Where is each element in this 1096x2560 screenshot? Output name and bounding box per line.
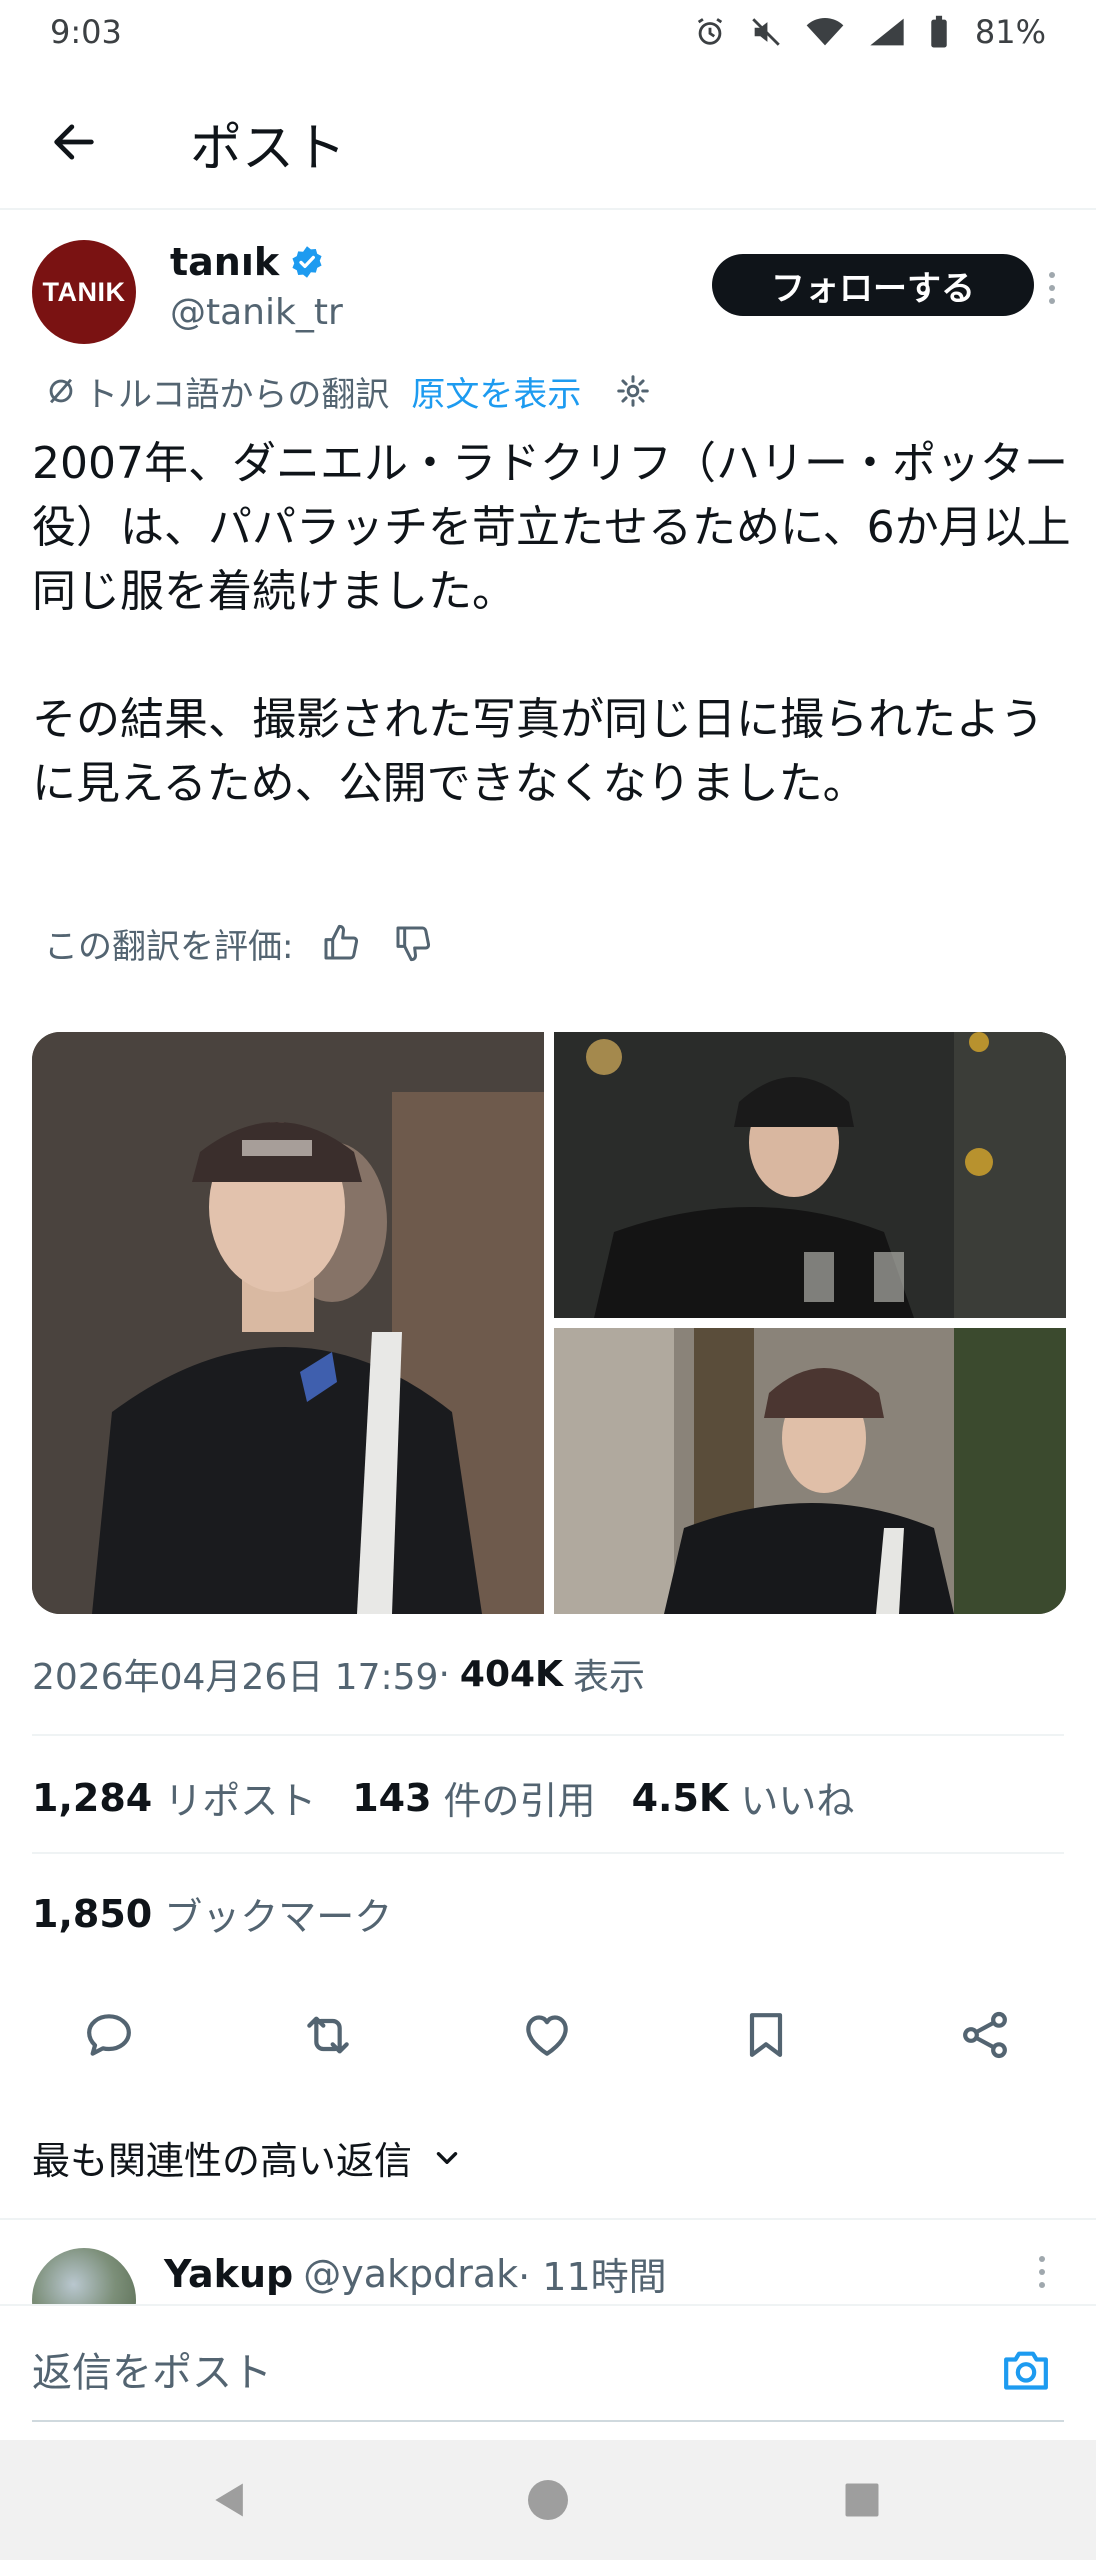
more-options-icon[interactable] bbox=[1032, 264, 1072, 312]
header-divider bbox=[0, 208, 1096, 210]
arrow-left-icon bbox=[54, 124, 94, 160]
nav-back-button[interactable] bbox=[200, 2470, 260, 2530]
battery-percent: 81% bbox=[974, 13, 1046, 51]
quotes-label: 件の引用 bbox=[443, 1779, 596, 1823]
like-icon bbox=[526, 2015, 568, 2056]
reply-button[interactable] bbox=[74, 2000, 144, 2070]
views-count: 404K bbox=[459, 1653, 563, 1695]
replies-divider bbox=[0, 2218, 1096, 2220]
bookmarks-count: 1,850 bbox=[32, 1891, 153, 1936]
share-icon bbox=[963, 2011, 1007, 2059]
rate-translation: この翻訳を評価: bbox=[44, 918, 433, 968]
page-title: ポスト bbox=[190, 119, 347, 179]
reposts-stat[interactable]: 1,284 リポスト bbox=[32, 1770, 316, 1825]
page-header: ポスト bbox=[0, 90, 1096, 190]
signal-icon bbox=[870, 18, 904, 46]
back-button[interactable] bbox=[46, 114, 102, 170]
tweet-datetime[interactable]: 2026年04月26日 17:59 bbox=[32, 1648, 438, 1700]
circle-home-icon bbox=[528, 2480, 568, 2520]
bookmark-button[interactable] bbox=[731, 2000, 801, 2070]
photo-bottom-right[interactable] bbox=[554, 1328, 1066, 1614]
system-nav-bar bbox=[0, 2440, 1096, 2560]
thumbs-down-icon[interactable] bbox=[393, 923, 433, 963]
photo-bottom-right-figure bbox=[554, 1328, 1066, 1614]
tweet-text: 2007年、ダニエル・ラドクリフ（ハリー・ポッター役）は、パパラッチを苛立たせる… bbox=[32, 438, 1071, 809]
translation-label: トルコ語からの翻訳 bbox=[84, 374, 390, 415]
thumbs-up-icon[interactable] bbox=[321, 923, 361, 963]
repost-icon bbox=[307, 2016, 349, 2054]
photo-top-right[interactable] bbox=[554, 1032, 1066, 1318]
bookmarks-label: ブックマーク bbox=[164, 1895, 393, 1939]
gear-icon[interactable] bbox=[615, 373, 651, 409]
reply-avatar[interactable] bbox=[32, 2248, 136, 2304]
author-name-row[interactable]: tanık bbox=[170, 240, 325, 284]
status-bar: 9:03 81% bbox=[0, 0, 1096, 64]
views-label: 表示 bbox=[572, 1657, 645, 1698]
reply-input[interactable]: 返信をポスト bbox=[32, 2340, 272, 2398]
triangle-back-icon bbox=[215, 2483, 243, 2517]
repost-button[interactable] bbox=[293, 2000, 363, 2070]
show-original-link[interactable]: 原文を表示 bbox=[411, 367, 581, 416]
photo-main[interactable] bbox=[32, 1032, 544, 1614]
reply-composer: 返信をポスト bbox=[0, 2304, 1096, 2432]
quotes-count: 143 bbox=[352, 1775, 432, 1820]
status-time: 9:03 bbox=[50, 13, 122, 51]
photo-top-right-figure bbox=[554, 1032, 1066, 1318]
chevron-down-icon bbox=[436, 2151, 458, 2164]
reply-sort-label: 最も関連性の高い返信 bbox=[32, 2139, 413, 2183]
bookmarks-stat[interactable]: 1,850 ブックマーク bbox=[32, 1886, 392, 1941]
quotes-stat[interactable]: 143 件の引用 bbox=[352, 1770, 595, 1825]
likes-count: 4.5K bbox=[631, 1775, 729, 1820]
like-button[interactable] bbox=[512, 2000, 582, 2070]
avatar[interactable]: TANIK bbox=[32, 240, 136, 344]
reply-author-handle[interactable]: @yakpdrak bbox=[303, 2252, 518, 2296]
translate-icon bbox=[49, 378, 73, 404]
meta-separator: · bbox=[438, 1653, 450, 1695]
author-handle[interactable]: @tanik_tr bbox=[170, 292, 343, 333]
reply-item[interactable]: Yakup @yakpdrak · 11時間 bbox=[0, 2224, 1096, 2304]
likes-label: いいね bbox=[740, 1779, 855, 1823]
nav-home-button[interactable] bbox=[518, 2470, 578, 2530]
reply-more-icon[interactable] bbox=[1032, 2248, 1052, 2296]
likes-stat[interactable]: 4.5K いいね bbox=[632, 1770, 855, 1825]
stats-divider-mid bbox=[32, 1852, 1064, 1854]
nav-recents-button[interactable] bbox=[832, 2470, 892, 2530]
follow-button[interactable]: フォローする bbox=[712, 254, 1034, 316]
mute-icon bbox=[752, 18, 780, 46]
action-bar bbox=[0, 2000, 1096, 2070]
reply-input-underline bbox=[32, 2420, 1064, 2422]
battery-icon bbox=[931, 15, 947, 48]
reply-sort-dropdown[interactable]: 最も関連性の高い返信 bbox=[32, 2130, 464, 2185]
reply-time: · 11時間 bbox=[518, 2255, 667, 2299]
share-button[interactable] bbox=[950, 2000, 1020, 2070]
engagement-stats: 1,284 リポスト 143 件の引用 4.5K いいね bbox=[32, 1770, 890, 1825]
square-recents-icon bbox=[845, 2483, 879, 2517]
rate-label: この翻訳を評価: bbox=[44, 926, 294, 967]
reply-icon bbox=[87, 2014, 131, 2056]
camera-button[interactable] bbox=[996, 2340, 1056, 2400]
reply-header: Yakup @yakpdrak · 11時間 bbox=[164, 2246, 667, 2301]
author-name: tanık bbox=[170, 240, 280, 284]
wifi-icon bbox=[806, 18, 844, 46]
media-grid bbox=[32, 1032, 1066, 1614]
translation-notice: トルコ語からの翻訳 原文を表示 bbox=[44, 366, 651, 416]
status-icons: 81% bbox=[693, 13, 1046, 51]
bookmark-stats: 1,850 ブックマーク bbox=[32, 1886, 428, 1941]
stats-divider-top bbox=[32, 1734, 1064, 1736]
camera-icon bbox=[1004, 2351, 1048, 2390]
tweet-meta: 2026年04月26日 17:59 · 404K 表示 bbox=[32, 1648, 645, 1700]
reposts-count: 1,284 bbox=[32, 1775, 153, 1820]
reply-author-name[interactable]: Yakup bbox=[164, 2252, 293, 2296]
alarm-icon bbox=[697, 18, 722, 45]
bookmark-icon bbox=[749, 2013, 783, 2057]
reposts-label: リポスト bbox=[164, 1779, 317, 1823]
author-row: TANIK tanık @tanik_tr フォローする bbox=[32, 240, 1072, 350]
photo-main-figure bbox=[32, 1032, 544, 1614]
verified-badge-icon bbox=[292, 246, 322, 278]
